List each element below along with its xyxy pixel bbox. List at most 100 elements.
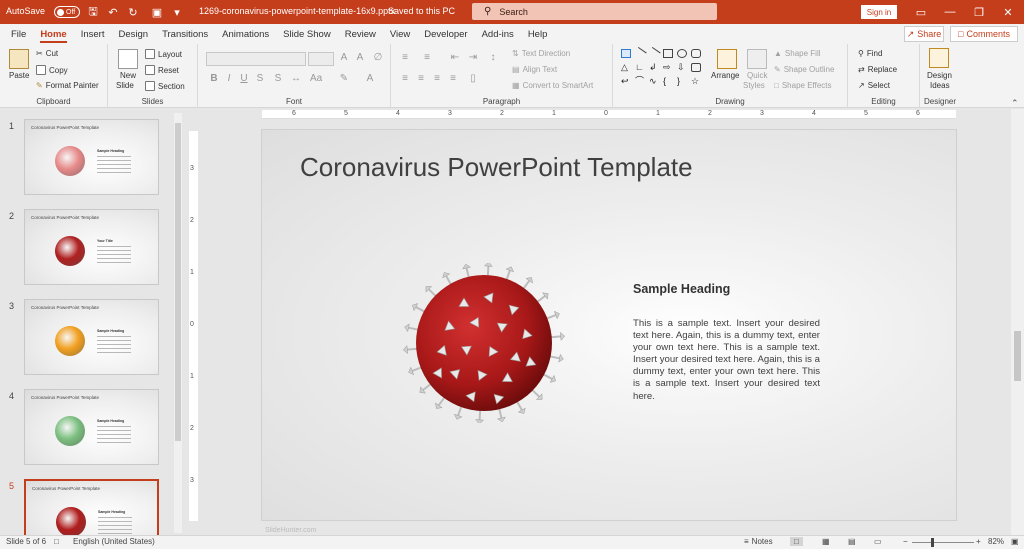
slide-thumbnail[interactable]: Coronavirus PowerPoint Template Sample He… bbox=[24, 389, 159, 465]
tab-animations[interactable]: Animations bbox=[215, 24, 276, 44]
spellcheck-icon[interactable]: □ bbox=[54, 537, 59, 546]
comments-button[interactable]: □ Comments bbox=[950, 26, 1018, 42]
numbering-icon[interactable]: ≡ bbox=[421, 52, 433, 63]
paste-button[interactable]: Paste bbox=[9, 71, 29, 80]
change-case-icon[interactable]: Aa bbox=[310, 73, 322, 84]
slide-thumbnail[interactable]: Coronavirus PowerPoint Template Sample He… bbox=[24, 299, 159, 375]
textbox-shape-icon[interactable] bbox=[621, 49, 631, 58]
tab-transitions[interactable]: Transitions bbox=[155, 24, 215, 44]
normal-view-icon[interactable]: □ bbox=[790, 537, 803, 546]
sign-in-button[interactable]: Sign in bbox=[861, 5, 897, 19]
reading-view-icon[interactable]: ▤ bbox=[848, 537, 856, 546]
slide-body-text[interactable]: This is a sample text. Insert your desir… bbox=[633, 318, 820, 403]
align-text-button[interactable]: ▤ Align Text bbox=[512, 65, 557, 74]
align-left-icon[interactable]: ≡ bbox=[399, 73, 411, 84]
rounded-rect-shape-icon[interactable] bbox=[691, 49, 701, 58]
slideshow-icon[interactable]: ▭ bbox=[874, 537, 882, 546]
font-size-combo[interactable] bbox=[308, 52, 334, 66]
slide-scrollbar[interactable] bbox=[1011, 109, 1024, 535]
elbow-shape-icon[interactable]: ↲ bbox=[649, 63, 659, 72]
notes-button[interactable]: ≡ Notes bbox=[744, 537, 773, 546]
font-color-icon[interactable]: A bbox=[364, 73, 376, 84]
undo-icon[interactable]: ↶ bbox=[104, 3, 122, 21]
quick-styles-label[interactable]: Quick bbox=[747, 71, 767, 80]
minimize-icon[interactable]: — bbox=[935, 0, 965, 24]
close-icon[interactable]: ✕ bbox=[993, 0, 1023, 24]
save-icon[interactable]: 🖫 bbox=[84, 3, 102, 21]
brace-right-shape-icon[interactable]: } bbox=[677, 77, 687, 86]
arrange-button[interactable]: Arrange bbox=[711, 71, 739, 80]
oval-shape-icon[interactable] bbox=[677, 49, 687, 58]
arc-shape-icon[interactable]: ⌒ bbox=[635, 77, 645, 86]
slide-thumbnail[interactable]: Coronavirus PowerPoint Template Sample He… bbox=[24, 479, 159, 539]
triangle-shape-icon[interactable]: △ bbox=[621, 63, 631, 72]
star-shape-icon[interactable]: ☆ bbox=[691, 77, 701, 86]
clear-formatting-icon[interactable]: ∅ bbox=[372, 52, 384, 63]
text-direction-button[interactable]: ⇅ Text Direction bbox=[512, 49, 570, 58]
strikethrough-button[interactable]: S bbox=[254, 73, 266, 84]
section-button[interactable]: Section bbox=[145, 81, 185, 91]
font-family-combo[interactable] bbox=[206, 52, 306, 66]
shape-effects-button[interactable]: □ Shape Effects bbox=[774, 81, 832, 90]
replace-button[interactable]: ⇄ Replace bbox=[858, 65, 897, 74]
tab-developer[interactable]: Developer bbox=[417, 24, 474, 44]
bold-button[interactable]: B bbox=[208, 73, 220, 84]
highlight-icon[interactable]: ✎ bbox=[338, 73, 350, 84]
slide-thumbnail[interactable]: Coronavirus PowerPoint Template Your Titl… bbox=[24, 209, 159, 285]
reset-button[interactable]: Reset bbox=[145, 65, 179, 75]
shapes-gallery[interactable]: △ ∟ ↲ ⇨ ⇩ ↩ ⌒ ∿ { } ☆ bbox=[619, 46, 705, 90]
collapse-ribbon-icon[interactable]: ⌃ bbox=[1011, 98, 1019, 109]
search-box[interactable]: ⚲ Search bbox=[472, 3, 717, 20]
shape-outline-button[interactable]: ✎ Shape Outline bbox=[774, 65, 834, 74]
language-indicator[interactable]: English (United States) bbox=[73, 537, 155, 546]
zoom-out-icon[interactable]: − bbox=[903, 537, 908, 546]
autosave-toggle[interactable]: Off bbox=[54, 6, 80, 18]
tab-slide-show[interactable]: Slide Show bbox=[276, 24, 338, 44]
tab-insert[interactable]: Insert bbox=[74, 24, 112, 44]
zoom-slider-thumb[interactable] bbox=[931, 538, 934, 547]
underline-button[interactable]: U bbox=[238, 73, 250, 84]
redo-icon[interactable]: ↻ bbox=[124, 3, 142, 21]
align-right-icon[interactable]: ≡ bbox=[431, 73, 443, 84]
slide-thumbnail[interactable]: Coronavirus PowerPoint Template Sample He… bbox=[24, 119, 159, 195]
zoom-level[interactable]: 82% bbox=[988, 537, 1004, 546]
slide-heading[interactable]: Sample Heading bbox=[633, 282, 730, 296]
justify-icon[interactable]: ≡ bbox=[447, 73, 459, 84]
tab-add-ins[interactable]: Add-ins bbox=[475, 24, 521, 44]
quick-styles-label-2[interactable]: Styles bbox=[743, 81, 765, 90]
design-ideas-label-2[interactable]: Ideas bbox=[930, 81, 950, 90]
new-slide-label-2[interactable]: Slide bbox=[116, 81, 134, 90]
align-center-icon[interactable]: ≡ bbox=[415, 73, 427, 84]
character-spacing-icon[interactable]: ↔ bbox=[290, 73, 302, 84]
decrease-font-icon[interactable]: A bbox=[354, 52, 366, 63]
tab-home[interactable]: Home bbox=[33, 24, 73, 44]
tab-design[interactable]: Design bbox=[111, 24, 155, 44]
design-ideas-icon[interactable] bbox=[929, 48, 949, 68]
tab-view[interactable]: View bbox=[383, 24, 417, 44]
text-shadow-icon[interactable]: S bbox=[272, 73, 284, 84]
thumbnail-scrollbar[interactable] bbox=[174, 113, 182, 533]
italic-button[interactable]: I bbox=[223, 73, 235, 84]
increase-font-icon[interactable]: A bbox=[338, 52, 350, 63]
fit-slide-icon[interactable]: ▣ bbox=[1011, 537, 1019, 546]
bullets-icon[interactable]: ≡ bbox=[399, 52, 411, 63]
shape-fill-button[interactable]: ▲ Shape Fill bbox=[774, 49, 821, 58]
slide-title[interactable]: Coronavirus PowerPoint Template bbox=[300, 152, 693, 183]
share-button[interactable]: ↗ Share bbox=[904, 26, 944, 42]
rectangle-shape-icon[interactable] bbox=[663, 49, 673, 58]
decrease-indent-icon[interactable]: ⇤ bbox=[449, 52, 461, 63]
save-status[interactable]: Saved to this PC bbox=[388, 6, 455, 16]
quick-styles-icon[interactable] bbox=[747, 49, 767, 69]
right-arrow-shape-icon[interactable]: ⇨ bbox=[663, 63, 673, 72]
convert-smartart-button[interactable]: ▦ Convert to SmartArt bbox=[512, 81, 593, 90]
zoom-slider[interactable] bbox=[912, 542, 974, 543]
find-button[interactable]: ⚲ Find bbox=[858, 49, 882, 58]
brace-left-shape-icon[interactable]: { bbox=[663, 77, 673, 86]
arrow-shape-icon[interactable] bbox=[647, 46, 661, 61]
cut-button[interactable]: ✂ Cut bbox=[36, 49, 58, 58]
copy-button[interactable]: Copy bbox=[36, 65, 68, 75]
tab-review[interactable]: Review bbox=[338, 24, 383, 44]
connector-shape-icon[interactable]: ∟ bbox=[635, 63, 645, 72]
coronavirus-illustration[interactable] bbox=[402, 263, 567, 423]
slide-sorter-icon[interactable]: ▦ bbox=[822, 537, 830, 546]
